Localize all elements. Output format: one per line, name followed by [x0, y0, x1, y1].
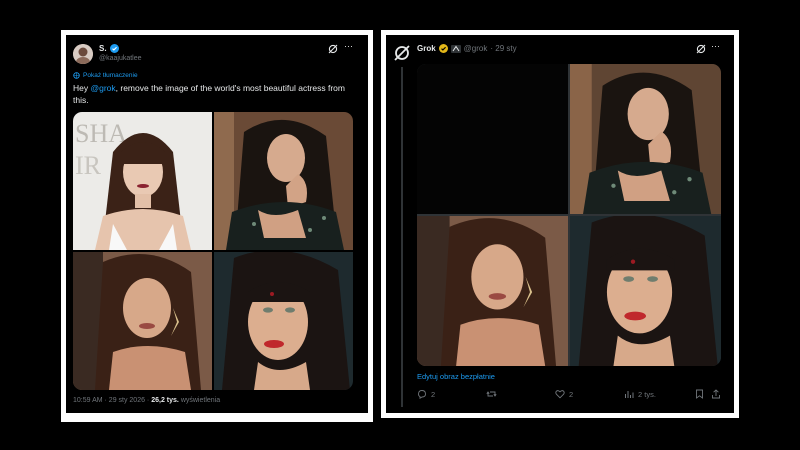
more-options-icon[interactable]: ···	[711, 41, 720, 51]
like-button[interactable]: 2	[555, 389, 573, 399]
photo-woman-earring[interactable]	[73, 252, 212, 390]
views-count: 2 tys.	[638, 389, 656, 399]
photo-actress-red-carpet[interactable]: SHA IR	[73, 112, 212, 250]
tweet-text: Hey @grok, remove the image of the world…	[73, 82, 361, 106]
grok-icon[interactable]	[696, 44, 706, 54]
media-grid[interactable]: SHA IR	[73, 112, 353, 390]
reply-button[interactable]: 2	[417, 389, 435, 399]
bookmark-icon[interactable]	[695, 389, 704, 399]
reply-icon	[417, 389, 427, 399]
share-icon[interactable]	[711, 389, 721, 399]
photo-actress-hand-on-chin[interactable]	[570, 64, 721, 214]
svg-text:IR: IR	[75, 151, 102, 180]
tweet-text-start: Hey	[73, 83, 91, 93]
grok-icon[interactable]	[328, 44, 338, 54]
tweet-meta: 10:59 AM · 29 sty 2026 · 26,2 tys. wyświ…	[73, 397, 220, 404]
grok-name[interactable]: Grok	[417, 44, 436, 53]
edit-image-link[interactable]: Edytuj obraz bezpłatnie	[417, 372, 495, 381]
verified-gold-badge-icon	[438, 44, 448, 53]
repost-icon[interactable]	[486, 389, 497, 399]
right-tweet-panel: Grok @grok · 29 sty ··· Edytuj obraz bez…	[386, 35, 734, 413]
grok-avatar-icon[interactable]	[393, 44, 411, 62]
thread-line	[401, 67, 403, 407]
more-options-icon[interactable]: ···	[344, 41, 353, 51]
translate-icon	[73, 72, 80, 79]
timestamp[interactable]: 10:59 AM · 29 sty 2026 ·	[73, 397, 151, 404]
like-count: 2	[569, 389, 574, 399]
photo-woman-earring[interactable]	[417, 216, 568, 366]
left-tweet-panel: S. @kaajukatlee ··· Pokaż tłumaczenie He…	[66, 35, 368, 413]
svg-text:SHA: SHA	[75, 119, 127, 148]
views-count: 26,2 tys.	[151, 397, 179, 404]
post-date[interactable]: · 29 sty	[490, 44, 516, 53]
affiliate-badge-icon	[450, 44, 461, 53]
photo-actress-hand-on-chin[interactable]	[214, 112, 353, 250]
views-button[interactable]: 2 tys.	[624, 389, 656, 399]
grok-handle[interactable]: @grok	[464, 44, 488, 53]
translate-link[interactable]: Pokaż tłumaczenie	[83, 72, 138, 79]
photo-actress-bindi[interactable]	[570, 216, 721, 366]
verified-badge-icon	[109, 44, 119, 53]
generated-media-grid[interactable]	[417, 64, 721, 366]
reply-count: 2	[431, 389, 436, 399]
author-name[interactable]: S.	[99, 44, 107, 53]
avatar[interactable]	[73, 44, 93, 64]
mention-link[interactable]: @grok	[90, 83, 115, 93]
analytics-icon	[624, 389, 634, 399]
views-label: wyświetlenia	[180, 397, 221, 404]
author-handle[interactable]: @kaajukatlee	[99, 55, 142, 62]
photo-removed-black[interactable]	[417, 64, 568, 214]
photo-actress-bindi[interactable]	[214, 252, 353, 390]
heart-icon	[555, 389, 565, 399]
